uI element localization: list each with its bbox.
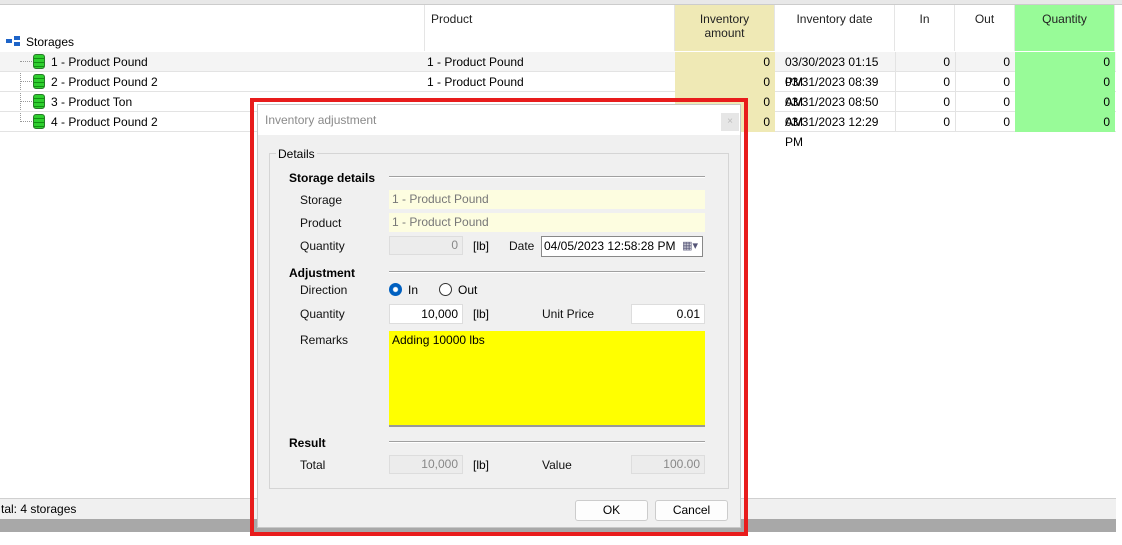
storage-name: 4 - Product Pound 2 xyxy=(51,115,158,129)
table-row[interactable]: 1 - Product Pound 1 - Product Pound 0 03… xyxy=(0,52,1116,89)
tree-root-storages[interactable]: Storages xyxy=(26,35,74,49)
storage-barrel-icon xyxy=(33,114,45,129)
inventory-date-cell: 03/31/2023 08:39 AM xyxy=(785,75,879,109)
adjust-quantity-label: Quantity xyxy=(300,307,345,321)
divider xyxy=(389,271,705,273)
header-quantity[interactable]: Quantity xyxy=(1015,5,1115,51)
in-cell: 0 xyxy=(895,112,955,132)
remarks-textarea[interactable]: Adding 10000 lbs xyxy=(389,331,705,427)
divider xyxy=(389,441,705,443)
quantity-cell: 0 xyxy=(1015,72,1115,92)
direction-label: Direction xyxy=(300,283,348,297)
out-cell: 0 xyxy=(955,72,1015,92)
storage-name: 1 - Product Pound xyxy=(51,55,148,69)
quantity-cell: 0 xyxy=(1015,112,1115,132)
storage-details-heading: Storage details xyxy=(289,171,376,185)
direction-out-radio[interactable] xyxy=(439,283,452,296)
out-cell: 0 xyxy=(955,112,1015,132)
storage-field: 1 - Product Pound xyxy=(389,190,705,209)
storage-barrel-icon xyxy=(33,74,45,89)
total-label: Total xyxy=(300,458,326,472)
storage-barrel-icon xyxy=(33,54,45,69)
value-field: 100.00 xyxy=(631,455,705,474)
out-cell: 0 xyxy=(955,92,1015,112)
adjustment-heading: Adjustment xyxy=(289,266,355,280)
header-in[interactable]: In xyxy=(895,5,955,51)
product-cell: 1 - Product Pound xyxy=(427,75,524,89)
date-label: Date xyxy=(509,239,535,253)
details-legend: Details xyxy=(276,147,317,161)
storage-barrel-icon xyxy=(33,94,45,109)
quantity-cell: 0 xyxy=(1015,52,1115,72)
inventory-amount-cell: 0 xyxy=(675,52,775,72)
in-cell: 0 xyxy=(895,52,955,72)
unit-label: [lb] xyxy=(473,239,490,253)
inventory-date-cell: 03/31/2023 12:29 PM xyxy=(785,115,879,149)
in-cell: 0 xyxy=(895,92,955,112)
inventory-date-cell: 03/30/2023 01:15 PM xyxy=(785,55,879,89)
inventory-date-cell: 03/31/2023 08:50 AM xyxy=(785,95,879,129)
tree-root-icon xyxy=(6,36,20,46)
result-heading: Result xyxy=(289,436,326,450)
total-field: 10,000 xyxy=(389,455,463,474)
remarks-label: Remarks xyxy=(300,333,349,347)
out-cell: 0 xyxy=(955,52,1015,72)
quantity-label: Quantity xyxy=(300,239,345,253)
header-out[interactable]: Out xyxy=(955,5,1015,51)
value-label: Value xyxy=(542,458,572,472)
close-button[interactable]: × xyxy=(721,113,739,131)
unit-label: [lb] xyxy=(473,307,490,321)
quantity-cell: 0 xyxy=(1015,92,1115,112)
storage-label: Storage xyxy=(300,193,343,207)
divider xyxy=(389,176,705,178)
storage-name: 3 - Product Ton xyxy=(51,95,133,109)
ok-button[interactable]: OK xyxy=(575,500,648,521)
in-cell: 0 xyxy=(895,72,955,92)
header-product[interactable]: Product xyxy=(425,5,675,51)
tree-branch xyxy=(20,72,32,82)
product-label: Product xyxy=(300,216,342,230)
unit-price-label: Unit Price xyxy=(542,307,595,321)
direction-in-label[interactable]: In xyxy=(408,283,418,297)
cancel-button[interactable]: Cancel xyxy=(655,500,728,521)
product-field: 1 - Product Pound xyxy=(389,213,705,232)
header-inventory-date[interactable]: Inventory date xyxy=(775,5,895,51)
unit-label: [lb] xyxy=(473,458,490,472)
adjust-quantity-input[interactable]: 10,000 xyxy=(389,304,463,324)
dialog-title: Inventory adjustment xyxy=(258,105,740,135)
direction-out-label[interactable]: Out xyxy=(458,283,477,297)
calendar-dropdown-icon[interactable]: ▦▾ xyxy=(682,239,698,252)
inventory-amount-cell: 0 xyxy=(675,72,775,92)
direction-in-radio[interactable] xyxy=(389,283,402,296)
header-inventory-amount[interactable]: Inventory amount xyxy=(675,5,775,51)
product-cell: 1 - Product Pound xyxy=(427,55,524,69)
tree-branch xyxy=(20,52,32,62)
inventory-adjustment-dialog: Inventory adjustment × Details Storage d… xyxy=(257,104,741,528)
date-value: 04/05/2023 12:58:28 PM xyxy=(544,239,676,253)
tree-branch xyxy=(20,92,32,102)
storage-name: 2 - Product Pound 2 xyxy=(51,75,158,89)
current-quantity-field: 0 xyxy=(389,236,463,255)
tree-branch xyxy=(20,112,32,122)
unit-price-input[interactable]: 0.01 xyxy=(631,304,705,324)
date-picker[interactable]: 04/05/2023 12:58:28 PM ▦▾ xyxy=(541,236,703,257)
table-row[interactable]: 2 - Product Pound 2 1 - Product Pound 0 … xyxy=(0,72,1116,109)
